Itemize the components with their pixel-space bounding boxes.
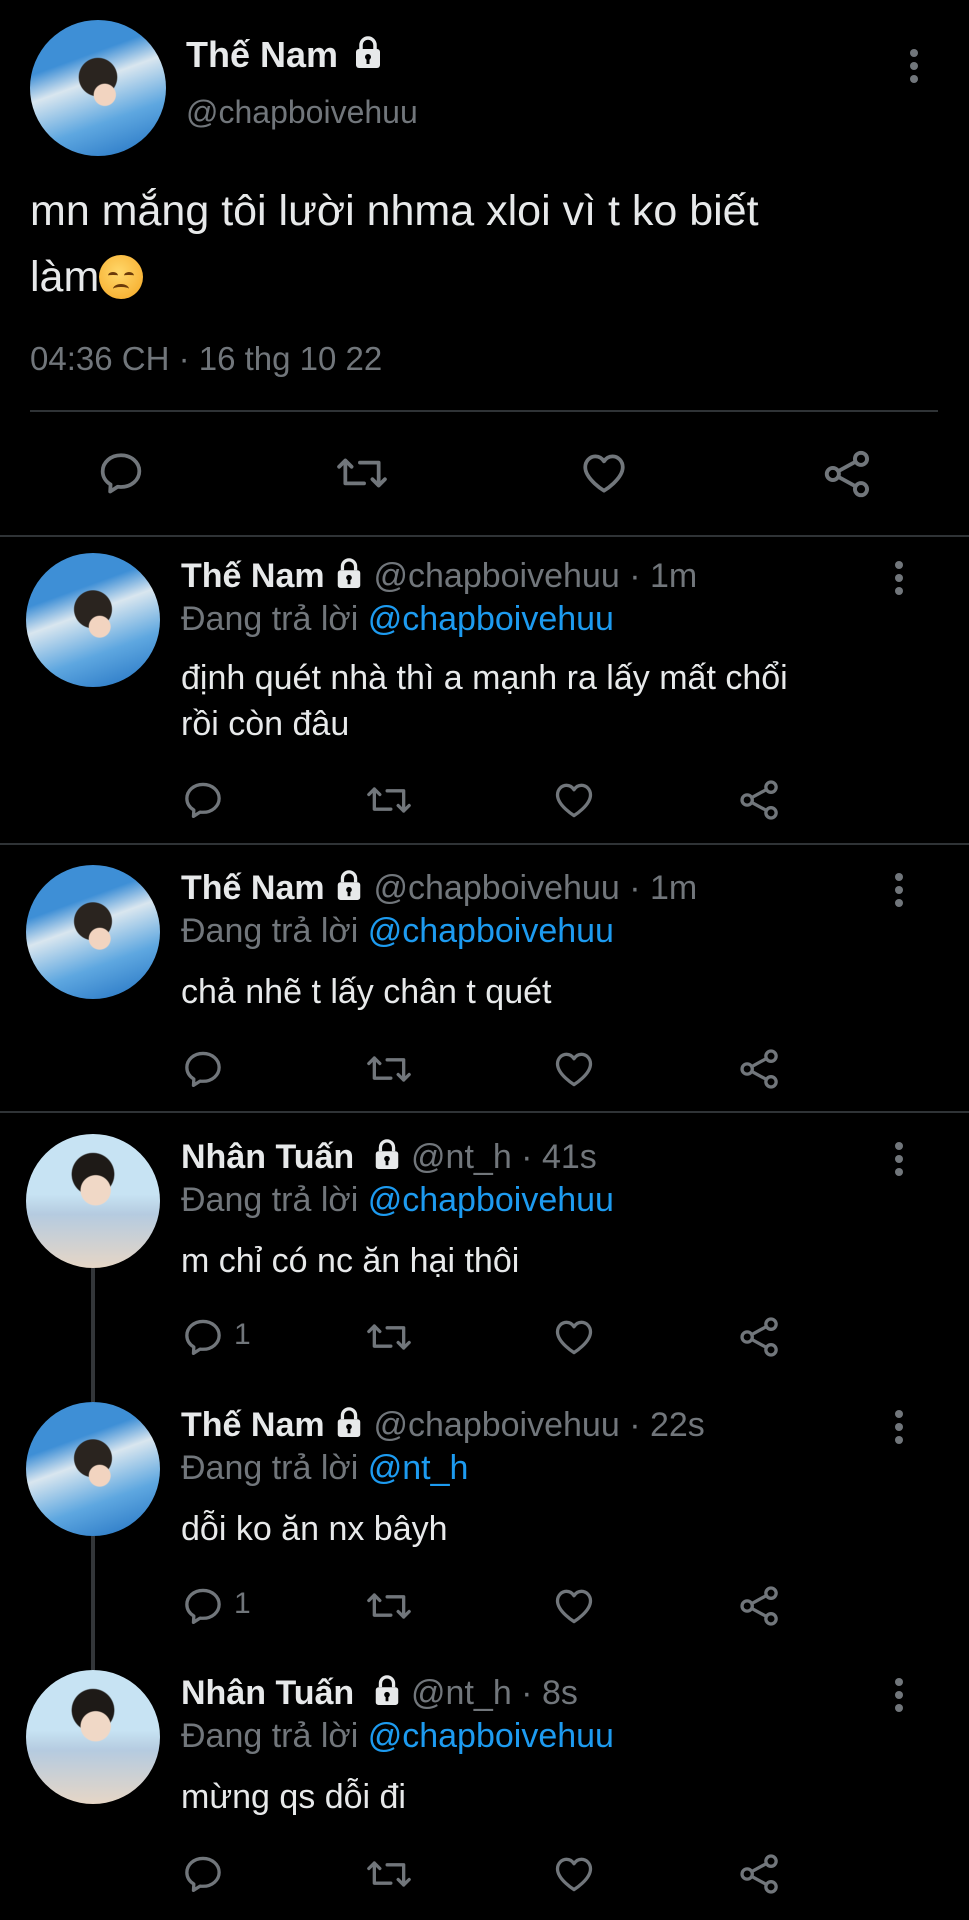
reply-to-link[interactable]: @chapboivehuu [368, 1181, 614, 1219]
more-vertical-icon[interactable] [889, 872, 909, 908]
reply-meta: @nt_h · 8s [411, 1674, 578, 1712]
avatar[interactable] [26, 1134, 160, 1268]
avatar[interactable] [26, 553, 160, 687]
reply-icon[interactable] [181, 1584, 225, 1628]
reply-name[interactable]: Thế Nam [181, 557, 325, 595]
reply-header: Thế Nam @chapboivehuu · 22s [181, 1406, 705, 1445]
reply-name[interactable]: Thế Nam [181, 1406, 325, 1444]
replying-to: Đang trả lời @chapboivehuu [181, 600, 614, 638]
retweet-icon[interactable] [365, 1047, 413, 1091]
reply-name[interactable]: Nhân Tuấn [181, 1138, 354, 1176]
reply-header: Nhân Tuấn @nt_h · 41s [181, 1138, 597, 1177]
avatar[interactable] [26, 1670, 160, 1804]
reply-icon[interactable] [181, 1852, 225, 1896]
main-tweet-name[interactable]: Thế Nam [186, 34, 384, 76]
lock-icon [334, 1406, 364, 1438]
share-icon[interactable] [822, 448, 874, 500]
reply-icon[interactable] [181, 1315, 225, 1359]
retweet-icon[interactable] [365, 1852, 413, 1896]
reply-count: 1 [234, 1587, 251, 1620]
thread-line [91, 1536, 95, 1670]
reply-header: Thế Nam @chapboivehuu · 1m [181, 869, 697, 908]
avatar[interactable] [26, 865, 160, 999]
reply-to-link[interactable]: @chapboivehuu [368, 600, 614, 638]
share-icon[interactable] [738, 1584, 782, 1628]
more-vertical-icon[interactable] [904, 48, 924, 84]
main-tweet-text-line2: làm [30, 253, 100, 301]
share-icon[interactable] [738, 1852, 782, 1896]
retweet-icon[interactable] [365, 778, 413, 822]
divider [30, 410, 938, 412]
retweet-icon[interactable] [365, 1584, 413, 1628]
reply-header: Thế Nam @chapboivehuu · 1m [181, 557, 697, 596]
reply-meta: @chapboivehuu · 1m [373, 869, 698, 907]
like-icon[interactable] [552, 1852, 596, 1896]
reply-icon[interactable] [181, 778, 225, 822]
reply-header: Nhân Tuấn @nt_h · 8s [181, 1674, 578, 1713]
share-icon[interactable] [738, 1315, 782, 1359]
lock-icon [352, 35, 384, 69]
share-icon[interactable] [738, 1047, 782, 1091]
thread-line [91, 1268, 95, 1402]
reply-meta: @chapboivehuu · 1m [373, 557, 698, 595]
lock-icon [334, 557, 364, 589]
main-tweet-text-line1: mn mắng tôi lười nhma xloi vì t ko biết [30, 187, 759, 235]
reply-to-link[interactable]: @chapboivehuu [368, 912, 614, 950]
lock-icon [372, 1674, 402, 1706]
retweet-icon[interactable] [334, 448, 390, 498]
reply-icon[interactable] [96, 448, 146, 498]
replying-to: Đang trả lời @chapboivehuu [181, 1181, 614, 1219]
more-vertical-icon[interactable] [889, 1677, 909, 1713]
reply-count: 1 [234, 1318, 251, 1351]
divider [0, 1111, 969, 1113]
like-icon[interactable] [552, 778, 596, 822]
replying-to: Đang trả lời @chapboivehuu [181, 912, 614, 950]
reply-icon[interactable] [181, 1047, 225, 1091]
more-vertical-icon[interactable] [889, 1141, 909, 1177]
reply-meta: @chapboivehuu · 22s [373, 1406, 705, 1444]
reply-to-link[interactable]: @chapboivehuu [368, 1717, 614, 1755]
share-icon[interactable] [738, 778, 782, 822]
like-icon[interactable] [552, 1315, 596, 1359]
lock-icon [372, 1138, 402, 1170]
main-tweet-timestamp: 04:36 CH · 16 thg 10 22 [30, 340, 383, 377]
replying-to: Đang trả lời @nt_h [181, 1449, 469, 1487]
divider [0, 535, 969, 537]
retweet-icon[interactable] [365, 1315, 413, 1359]
like-icon[interactable] [552, 1584, 596, 1628]
reply-text: chả nhẽ t lấy chân t quét [181, 973, 552, 1011]
reply-text: dỗi ko ăn nx bâyh [181, 1510, 448, 1548]
reply-name[interactable]: Thế Nam [181, 869, 325, 907]
like-icon[interactable] [552, 1047, 596, 1091]
lock-icon [334, 869, 364, 901]
reply-text: mừng qs dỗi đi [181, 1778, 406, 1816]
divider [0, 843, 969, 845]
main-tweet-text: mn mắng tôi lười nhma xloi vì t ko biết … [30, 178, 930, 310]
more-vertical-icon[interactable] [889, 1409, 909, 1445]
replying-to: Đang trả lời @chapboivehuu [181, 1717, 614, 1755]
disappointed-face-icon [99, 255, 144, 299]
reply-name[interactable]: Nhân Tuấn [181, 1674, 354, 1712]
reply-text: định quét nhà thì a mạnh ra lấy mất chổi… [181, 659, 788, 743]
reply-text: m chỉ có nc ăn hại thôi [181, 1242, 520, 1280]
reply-to-link[interactable]: @nt_h [368, 1449, 469, 1487]
avatar[interactable] [26, 1402, 160, 1536]
more-vertical-icon[interactable] [889, 560, 909, 596]
like-icon[interactable] [578, 448, 630, 498]
reply-meta: @nt_h · 41s [411, 1138, 597, 1176]
avatar[interactable] [30, 20, 166, 156]
main-tweet-handle[interactable]: @chapboivehuu [186, 94, 418, 131]
